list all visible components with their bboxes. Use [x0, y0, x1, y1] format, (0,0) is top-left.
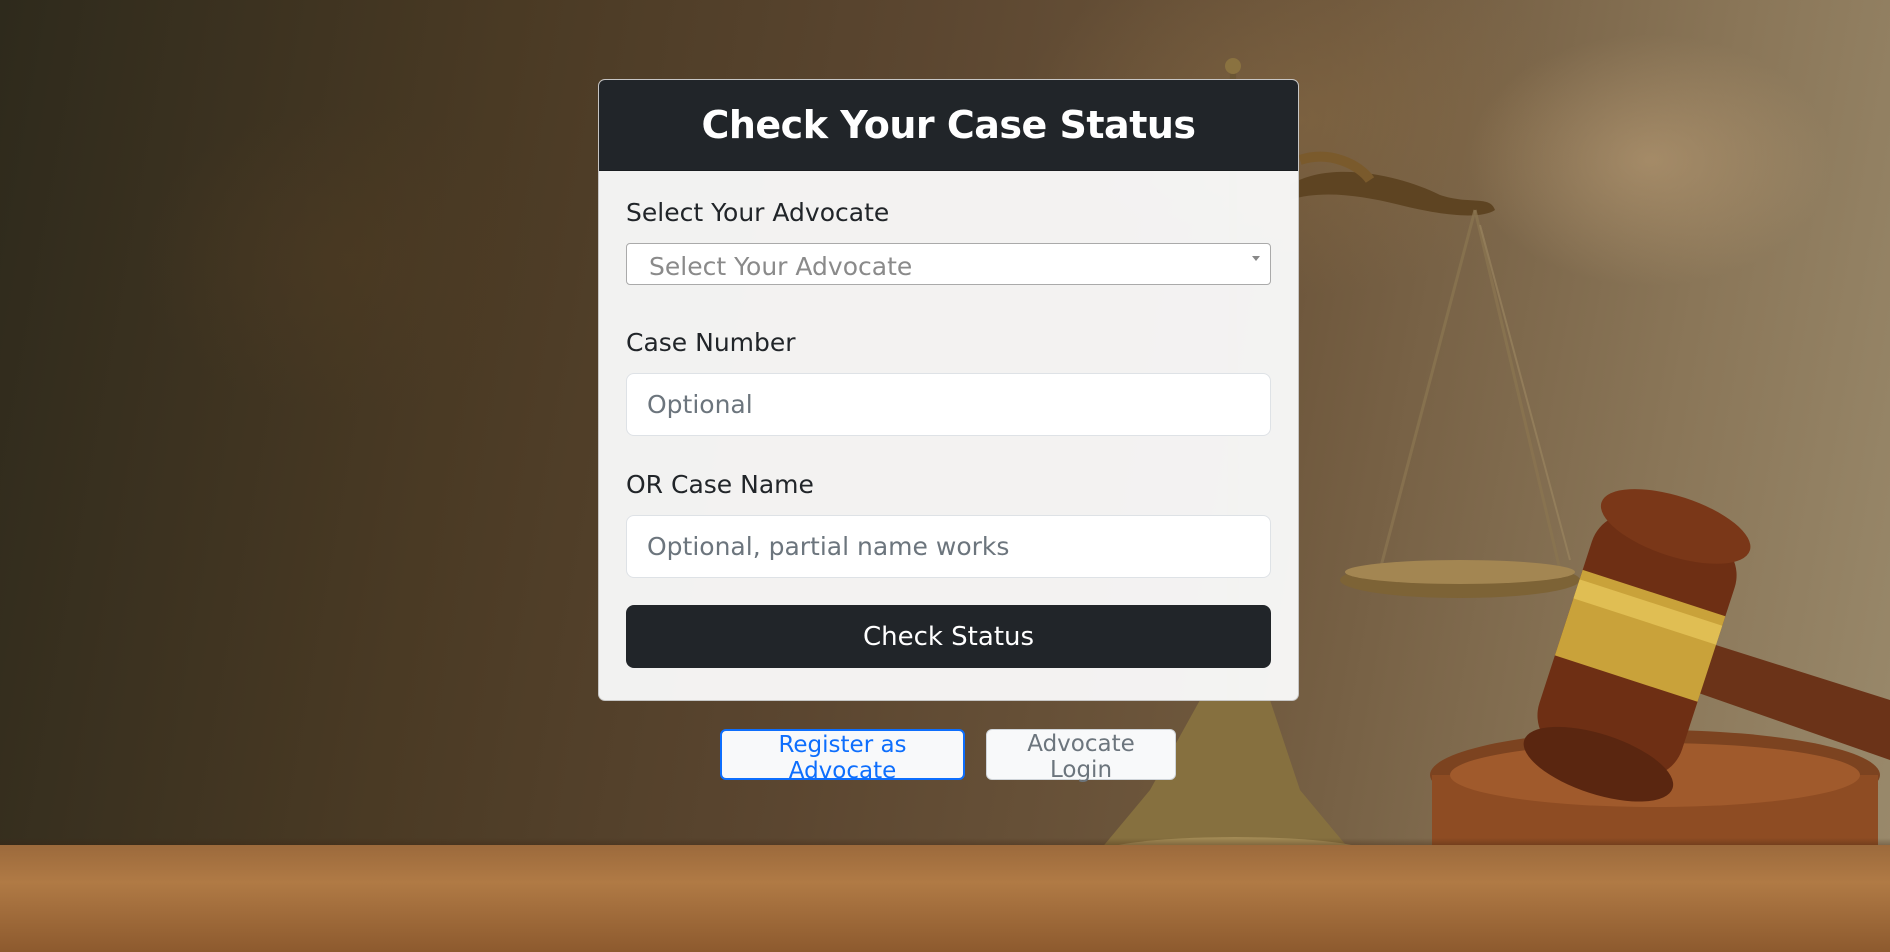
card-header: Check Your Case Status	[599, 80, 1298, 171]
register-advocate-button[interactable]: Register as Advocate	[720, 729, 965, 784]
check-status-button[interactable]: Check Status	[626, 605, 1271, 668]
case-number-label: Case Number	[626, 328, 796, 357]
case-status-form: Select Your Advocate Select Your Advocat…	[599, 171, 1298, 668]
case-number-input[interactable]	[626, 373, 1271, 436]
case-number-group: Case Number	[626, 327, 1271, 436]
case-name-group: OR Case Name	[626, 469, 1271, 578]
advocate-label: Select Your Advocate	[626, 198, 890, 227]
advocate-select[interactable]: Select Your Advocate	[626, 243, 1271, 285]
caret-down-icon	[1252, 256, 1260, 261]
advocate-select-value: Select Your Advocate	[649, 252, 913, 281]
wooden-table	[0, 845, 1890, 952]
advocate-links: Register as Advocate Advocate Login	[0, 729, 1890, 784]
page-title: Check Your Case Status	[701, 103, 1196, 147]
advocate-login-button[interactable]: Advocate Login	[986, 729, 1176, 783]
case-status-card: Check Your Case Status Select Your Advoc…	[598, 79, 1299, 701]
case-name-input[interactable]	[626, 515, 1271, 578]
case-name-label: OR Case Name	[626, 470, 814, 499]
